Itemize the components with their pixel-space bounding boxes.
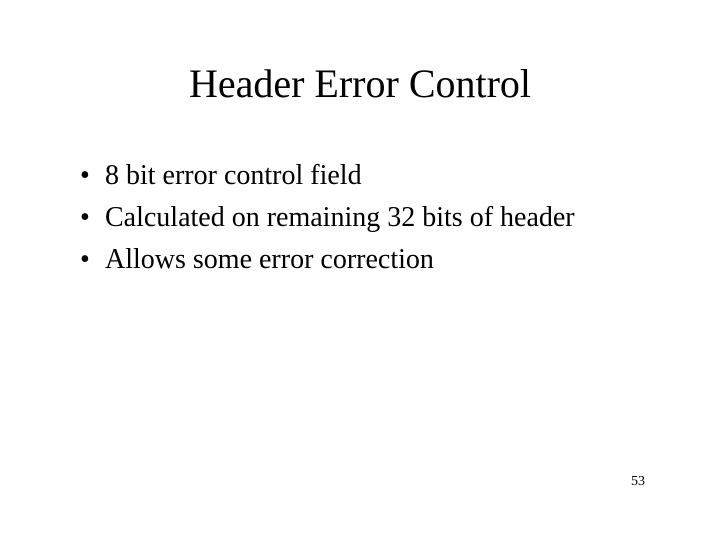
- page-number: 53: [631, 474, 645, 490]
- list-item: Allows some error correction: [80, 241, 660, 279]
- slide-title: Header Error Control: [60, 60, 660, 107]
- list-item: Calculated on remaining 32 bits of heade…: [80, 199, 660, 237]
- bullet-list: 8 bit error control field Calculated on …: [60, 157, 660, 278]
- slide-container: Header Error Control 8 bit error control…: [0, 0, 720, 540]
- list-item: 8 bit error control field: [80, 157, 660, 195]
